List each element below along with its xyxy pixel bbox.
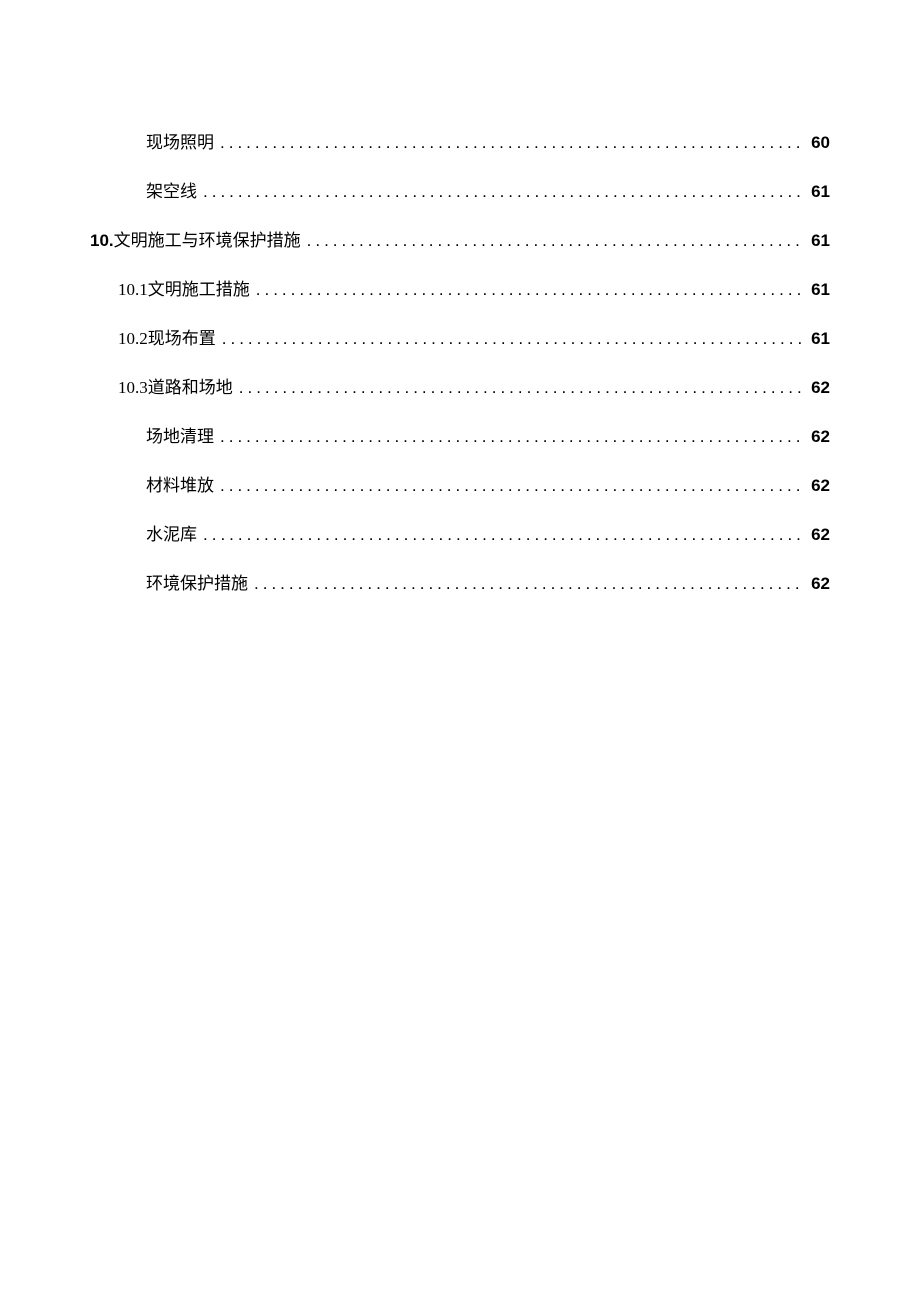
toc-page: 60 <box>811 133 830 153</box>
toc-dots: ........................................… <box>203 182 805 202</box>
toc-label: 环境保护措施 <box>146 569 248 594</box>
toc-entry: 现场照明 ...................................… <box>90 128 830 153</box>
toc-dots: ........................................… <box>220 427 805 447</box>
toc-label: 架空线 <box>146 177 197 202</box>
toc-entry: 水泥库 ....................................… <box>90 520 830 545</box>
toc-dots: ........................................… <box>256 280 805 300</box>
toc-dots: ........................................… <box>220 476 805 496</box>
toc-entry: 10.1文明施工措施 .............................… <box>90 275 830 300</box>
toc-page: 61 <box>811 182 830 202</box>
toc-page: 61 <box>811 329 830 349</box>
toc-dots: ........................................… <box>203 525 805 545</box>
toc-entry: 环境保护措施 .................................… <box>90 569 830 594</box>
toc-page: 62 <box>811 378 830 398</box>
toc-label: 材料堆放 <box>146 471 214 496</box>
toc-dots: ........................................… <box>222 329 805 349</box>
toc-page: 62 <box>811 476 830 496</box>
table-of-contents: 现场照明 ...................................… <box>90 128 830 594</box>
toc-page: 62 <box>811 427 830 447</box>
toc-label: 场地清理 <box>146 422 214 447</box>
toc-dots: ........................................… <box>254 574 805 594</box>
toc-entry: 场地清理 ...................................… <box>90 422 830 447</box>
toc-label: 10.1文明施工措施 <box>118 275 250 300</box>
toc-dots: ........................................… <box>239 378 805 398</box>
toc-entry: 架空线 ....................................… <box>90 177 830 202</box>
toc-page: 61 <box>811 231 830 251</box>
toc-label: 10.3道路和场地 <box>118 373 233 398</box>
toc-page: 61 <box>811 280 830 300</box>
toc-label: 现场照明 <box>146 128 214 153</box>
toc-page: 62 <box>811 525 830 545</box>
toc-dots: ........................................… <box>220 133 805 153</box>
toc-entry: 材料堆放 ...................................… <box>90 471 830 496</box>
toc-entry: 10.3道路和场地 ..............................… <box>90 373 830 398</box>
toc-label: 10.2现场布置 <box>118 324 216 349</box>
toc-label: 10.文明施工与环境保护措施 <box>90 226 301 251</box>
toc-entry: 10.文明施工与环境保护措施 .........................… <box>90 226 830 251</box>
toc-dots: ........................................… <box>307 231 805 251</box>
toc-entry: 10.2现场布置 ...............................… <box>90 324 830 349</box>
toc-page: 62 <box>811 574 830 594</box>
toc-label: 水泥库 <box>146 520 197 545</box>
